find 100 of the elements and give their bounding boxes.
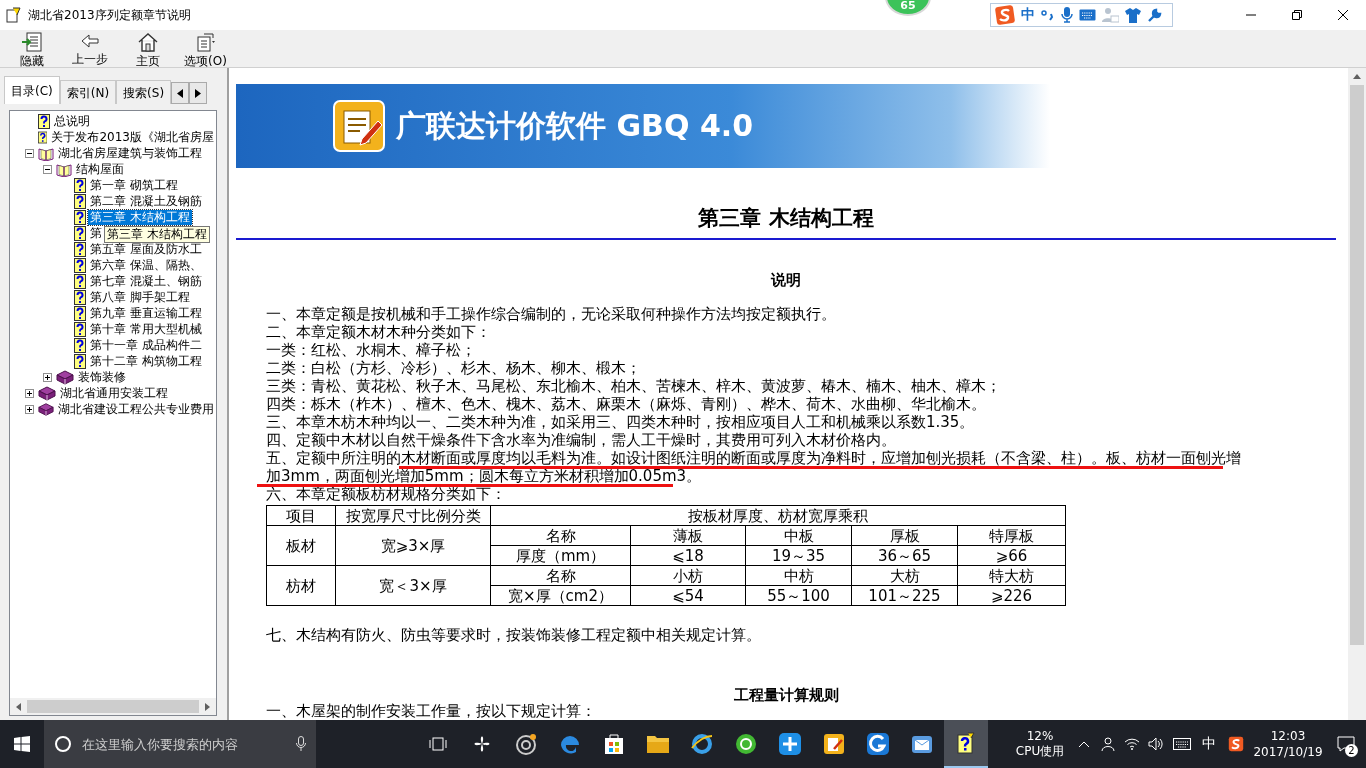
closed-book-icon [38, 401, 54, 417]
up-triangle-icon[interactable] [1353, 74, 1361, 79]
collapse-icon[interactable] [42, 164, 52, 174]
collapse-icon[interactable] [24, 148, 34, 158]
speech-bubble-icon [1337, 736, 1355, 752]
toolbar-button[interactable]: 主页 [120, 30, 175, 71]
tree-item[interactable]: 关于发布2013版《湖北省房屋 [49, 129, 216, 145]
toolbar-button[interactable]: 上一步 [62, 30, 117, 69]
tree-item[interactable]: 湖北省房屋建筑与装饰工程 [56, 145, 204, 161]
vertical-scrollbar[interactable] [1348, 68, 1366, 720]
input-language[interactable]: 中 [1196, 735, 1222, 753]
table-cell: 厚度（mm） [490, 545, 631, 566]
tree-item[interactable]: 第七章 混凝土、钢筋 [88, 273, 204, 289]
left-triangle-icon[interactable] [16, 702, 21, 711]
tree-item[interactable]: 装饰装修 [76, 369, 128, 385]
tab[interactable]: 目录(C) [4, 76, 60, 104]
expand-icon[interactable] [24, 404, 34, 414]
table-cell: 厚板 [851, 525, 958, 546]
toolbar-button[interactable]: 选项(O) [178, 30, 233, 71]
help-page-icon [74, 241, 86, 257]
punctuation-icon[interactable] [1041, 8, 1055, 22]
text-line: 加3mm，两面刨光增加5mm；圆木每立方米材积增加0.05m3。 [266, 469, 702, 484]
tree-item[interactable]: 第 [88, 225, 104, 241]
tab[interactable]: 搜索(S) [116, 80, 172, 104]
right-triangle-icon[interactable] [205, 702, 210, 711]
tree-item[interactable]: 第九章 垂直运输工程 [88, 305, 204, 321]
table-header: 按宽厚尺寸比例分类 [335, 505, 491, 526]
tree-item[interactable]: 第二章 混凝土及钢筋 [88, 193, 204, 209]
expand-icon[interactable] [42, 372, 52, 382]
text-line: 三类：青松、黄花松、秋子木、马尾松、东北榆木、柏木、苦楝木、梓木、黄波萝、椿木、楠木、柚木、樟木； [266, 379, 1001, 394]
back-arrow-icon [79, 32, 100, 50]
window-title: 湖北省2013序列定额章节说明 [28, 6, 191, 24]
tree-item[interactable]: 第十章 常用大型机械 [88, 321, 204, 337]
table-cell: 19～35 [745, 545, 852, 566]
tab[interactable]: 索引(N) [59, 80, 117, 104]
right-triangle-icon [195, 88, 202, 98]
microphone-icon[interactable] [1061, 7, 1073, 23]
scroll-right-button[interactable] [189, 82, 208, 104]
tree-item[interactable]: 第一章 砌筑工程 [88, 177, 180, 193]
table-cell: 36～65 [851, 545, 958, 566]
help-page-icon [38, 129, 48, 145]
text-line: 四类：栎木（柞木）、檀木、色木、槐木、荔木、麻栗木（麻烁、青刚）、桦木、荷木、水曲柳、华北榆木。 [266, 397, 986, 412]
table-cell: 宽×厚（cm2） [490, 585, 631, 606]
search-field[interactable]: 在这里输入你要搜索的内容 [80, 735, 289, 753]
table-cell: 宽⩾3×厚 [335, 525, 491, 566]
text-line: 一类：红松、水桐木、樟子松； [266, 343, 476, 358]
help-page-icon [74, 353, 86, 369]
table-cell: 薄板 [630, 525, 746, 546]
table-cell: 板材 [266, 525, 336, 566]
toolbar-button[interactable]: 隐藏 [4, 30, 59, 71]
table-cell: 中板 [745, 525, 852, 546]
table-cell: 55～100 [745, 585, 852, 606]
closed-book-icon [38, 385, 56, 401]
tree-item[interactable]: 第五章 屋面及防水工 [88, 241, 204, 257]
table-header: 按板材厚度、枋材宽厚乘积 [490, 505, 1066, 526]
section-title: 工程量计算规则 [732, 686, 840, 704]
help-page-icon [74, 337, 86, 353]
tree-item[interactable]: 第六章 保温、隔热、 [88, 257, 204, 273]
tree-item[interactable]: 第八章 脚手架工程 [88, 289, 192, 305]
text-line: 七、木结构有防火、防虫等要求时，按装饰装修工程定额中相关规定计算。 [265, 626, 762, 644]
help-page-icon [74, 209, 86, 225]
help-page-icon [38, 113, 50, 129]
cpu-monitor[interactable]: 12% CPU使用 [1008, 729, 1072, 759]
text-line: 一、木屋架的制作安装工作量，按以下规定计算： [266, 704, 596, 719]
tree-item[interactable]: 湖北省建设工程公共专业费用 [56, 401, 216, 417]
close-icon [1338, 10, 1348, 20]
shirt-icon[interactable] [1125, 7, 1141, 23]
text-line: 二类：白松（方杉、冷杉）、杉木、杨木、柳木、椴木； [266, 361, 641, 376]
scroll-left-button[interactable] [171, 82, 190, 104]
microphone-icon[interactable] [296, 736, 307, 752]
task-view-icon [429, 737, 448, 751]
expand-icon[interactable] [24, 388, 34, 398]
wrench-icon[interactable] [1147, 7, 1162, 23]
search-icon [54, 735, 72, 753]
input-mode[interactable]: 中 [1021, 6, 1035, 24]
tree-item[interactable]: 第十一章 成品构件二 [88, 337, 204, 353]
table-cell: ⩾66 [957, 545, 1066, 566]
text-line: 三、本章木枋木种均以一、二类木种为准，如采用三、四类木种时，按相应项目人工和机械乘以系数1.35。 [266, 415, 975, 430]
help-page-icon [74, 321, 86, 337]
help-page-icon [74, 289, 86, 305]
tree-item[interactable]: 第十二章 构筑物工程 [88, 353, 204, 369]
help-page-icon [74, 257, 86, 273]
tree-item[interactable]: 湖北省通用安装工程 [58, 385, 170, 401]
left-triangle-icon [177, 88, 184, 98]
table-cell: 宽＜3×厚 [335, 565, 491, 606]
tree-item[interactable]: 第三章 木结构工程 [88, 209, 192, 225]
time: 12:03 [1270, 728, 1306, 744]
help-page-icon [74, 305, 86, 321]
horizontal-scrollbar[interactable] [10, 698, 216, 715]
help-app-icon[interactable] [944, 720, 989, 768]
closed-book-icon [56, 369, 74, 385]
text-line: 二、本章定额木材木种分类如下： [266, 325, 491, 340]
notification-button[interactable]: 2 [1326, 720, 1366, 768]
tree-item[interactable]: 总说明 [52, 113, 92, 129]
table-cell: 小枋 [630, 565, 746, 586]
clock[interactable]: 12:03 2017/10/19 [1250, 728, 1326, 760]
search-box[interactable]: 在这里输入你要搜索的内容 [44, 720, 317, 768]
tree-item[interactable]: 结构屋面 [74, 161, 126, 177]
table-cell: ⩽54 [630, 585, 746, 606]
table-cell: 特大枋 [957, 565, 1066, 586]
